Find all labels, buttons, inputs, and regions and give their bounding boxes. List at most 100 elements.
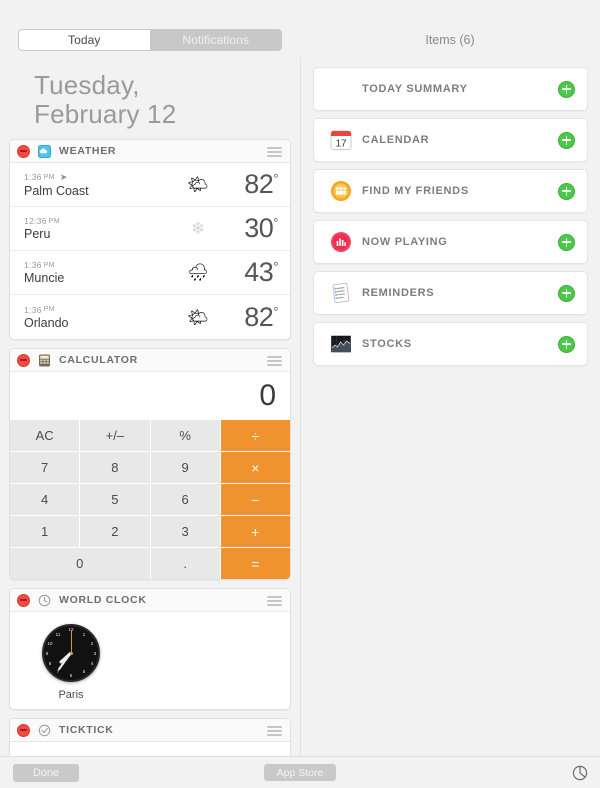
drag-handle-icon-calculator[interactable] — [267, 356, 282, 368]
tab-today[interactable]: Today — [19, 30, 150, 50]
reminders-icon — [330, 282, 352, 304]
weather-row[interactable]: 1:36 PM Orlando 🌤 82° — [10, 295, 290, 339]
add-icon[interactable] — [558, 182, 575, 200]
now-playing-icon — [330, 231, 352, 253]
calc-key-add[interactable]: + — [220, 516, 290, 548]
world-clock-item[interactable]: 12 1 2 3 4 5 6 7 8 9 10 11 — [30, 624, 112, 701]
calc-key-4[interactable]: 4 — [10, 484, 80, 516]
weather-temperature: 43° — [244, 257, 278, 288]
done-button[interactable]: Done — [13, 763, 79, 782]
weather-city: Muncie — [24, 271, 65, 286]
calc-key-9[interactable]: 9 — [150, 452, 220, 484]
add-icon[interactable] — [558, 131, 575, 149]
remove-widget-button-ticktick[interactable] — [17, 723, 30, 737]
weather-row[interactable]: 1:36 PM Muncie 🌧 43° — [10, 251, 290, 296]
widget-title-world-clock: WORLD CLOCK — [59, 594, 147, 607]
calc-key-1[interactable]: 1 — [10, 516, 80, 548]
calc-key-subtract[interactable]: − — [220, 484, 290, 516]
date-monthday: February 12 — [34, 99, 177, 130]
widget-title-ticktick: TICKTICK — [59, 724, 114, 737]
notification-center-window: Today Notifications Items (6) Tuesday, F… — [0, 0, 600, 788]
clock-app-icon — [38, 594, 51, 607]
add-icon[interactable] — [558, 80, 575, 98]
calculator-keypad[interactable]: AC +/– % ÷ 7 8 9 × 4 5 6 − 1 2 3 + 0 . = — [10, 420, 290, 580]
tab-notifications[interactable]: Notifications — [149, 30, 281, 50]
available-item-label: FIND MY FRIENDS — [362, 185, 469, 197]
drag-handle-icon-world-clock[interactable] — [267, 596, 282, 608]
calc-key-0[interactable]: 0 — [10, 548, 150, 580]
date-header: Tuesday, February 12 — [0, 57, 300, 139]
remove-widget-button-weather[interactable] — [17, 144, 30, 158]
calculator-app-icon — [38, 354, 51, 367]
calc-key-5[interactable]: 5 — [80, 484, 150, 516]
add-icon[interactable] — [558, 233, 575, 251]
calc-key-plus-minus[interactable]: +/– — [80, 420, 150, 452]
weather-time: 1:36 — [24, 260, 42, 271]
available-item-now-playing[interactable]: NOW PLAYING — [313, 220, 588, 264]
weather-ampm: PM — [43, 306, 55, 314]
sun-behind-cloud-icon: 🌤 — [187, 307, 209, 327]
date-weekday: Tuesday, — [34, 70, 140, 100]
widget-world-clock[interactable]: WORLD CLOCK 12 1 2 3 4 5 6 7 — [9, 588, 291, 711]
add-icon[interactable] — [558, 284, 575, 302]
items-count-label: Items (6) — [425, 33, 475, 47]
drag-handle-icon-ticktick[interactable] — [267, 726, 282, 738]
widget-calculator[interactable]: CALCULATOR 0 AC +/– % ÷ 7 8 9 × 4 5 6 − — [9, 348, 291, 581]
widget-header-ticktick: TICKTICK — [10, 719, 290, 743]
widget-title-weather: WEATHER — [59, 145, 117, 158]
calc-key-divide[interactable]: ÷ — [220, 420, 290, 452]
available-item-label: TODAY SUMMARY — [362, 83, 468, 95]
weather-city: Peru — [24, 227, 51, 242]
available-item-find-my-friends[interactable]: FIND MY FRIENDS — [313, 169, 588, 213]
weather-ampm: PM — [48, 217, 60, 225]
clock-second-hand — [70, 630, 72, 654]
calc-key-decimal[interactable]: . — [150, 548, 220, 580]
snowflake-icon: ❄ — [190, 219, 206, 239]
tab-switcher[interactable]: Today Notifications — [18, 29, 282, 51]
bottom-toolbar: Done App Store — [0, 756, 600, 788]
calendar-icon: 17 — [330, 129, 352, 151]
available-item-today-summary[interactable]: TODAY SUMMARY — [313, 67, 588, 111]
remove-widget-button-calculator[interactable] — [17, 353, 30, 367]
calc-key-multiply[interactable]: × — [220, 452, 290, 484]
top-bar: Today Notifications Items (6) — [0, 0, 600, 57]
calc-key-7[interactable]: 7 — [10, 452, 80, 484]
weather-temperature: 30° — [244, 213, 278, 244]
drag-handle-icon-weather[interactable] — [267, 147, 282, 159]
available-item-calendar[interactable]: 17 CALENDAR — [313, 118, 588, 162]
add-icon[interactable] — [558, 335, 575, 353]
clock-center-pin — [69, 651, 73, 655]
available-item-label: NOW PLAYING — [362, 236, 448, 248]
today-widget-pane[interactable]: Tuesday, February 12 WEATHER 1:36 PM ➤ P… — [0, 57, 300, 756]
available-item-label: REMINDERS — [362, 287, 435, 299]
widget-weather[interactable]: WEATHER 1:36 PM ➤ Palm Coast 🌤 82° 12:36… — [9, 139, 291, 341]
calc-key-8[interactable]: 8 — [80, 452, 150, 484]
calc-key-3[interactable]: 3 — [150, 516, 220, 548]
location-arrow-icon: ➤ — [59, 171, 68, 182]
calc-key-6[interactable]: 6 — [150, 484, 220, 516]
available-item-reminders[interactable]: REMINDERS — [313, 271, 588, 315]
calc-key-ac[interactable]: AC — [10, 420, 80, 452]
sun-behind-cloud-icon: 🌤 — [187, 175, 209, 195]
widget-ticktick[interactable]: TICKTICK — [9, 718, 291, 756]
weather-rows: 1:36 PM ➤ Palm Coast 🌤 82° 12:36 PM Peru… — [10, 163, 290, 339]
calc-key-percent[interactable]: % — [150, 420, 220, 452]
widget-header-world-clock: WORLD CLOCK — [10, 589, 290, 613]
available-item-label: CALENDAR — [362, 134, 430, 146]
gear-icon[interactable] — [572, 765, 588, 781]
app-store-button[interactable]: App Store — [264, 764, 336, 781]
weather-ampm: PM — [43, 173, 55, 181]
weather-time: 12:36 — [24, 216, 47, 227]
main-body: Tuesday, February 12 WEATHER 1:36 PM ➤ P… — [0, 57, 600, 756]
weather-row[interactable]: 12:36 PM Peru ❄ 30° — [10, 207, 290, 252]
available-item-stocks[interactable]: STOCKS — [313, 322, 588, 366]
calc-key-equals[interactable]: = — [220, 548, 290, 580]
weather-row[interactable]: 1:36 PM ➤ Palm Coast 🌤 82° — [10, 163, 290, 208]
remove-widget-button-world-clock[interactable] — [17, 593, 30, 607]
calc-key-2[interactable]: 2 — [80, 516, 150, 548]
widget-header-weather: WEATHER — [10, 140, 290, 164]
weather-time: 1:36 — [24, 172, 42, 183]
find-my-friends-icon — [330, 180, 352, 202]
available-items-pane[interactable]: TODAY SUMMARY 17 CALENDAR FIND MY FRIEND… — [300, 57, 600, 756]
weather-city: Orlando — [24, 315, 69, 330]
